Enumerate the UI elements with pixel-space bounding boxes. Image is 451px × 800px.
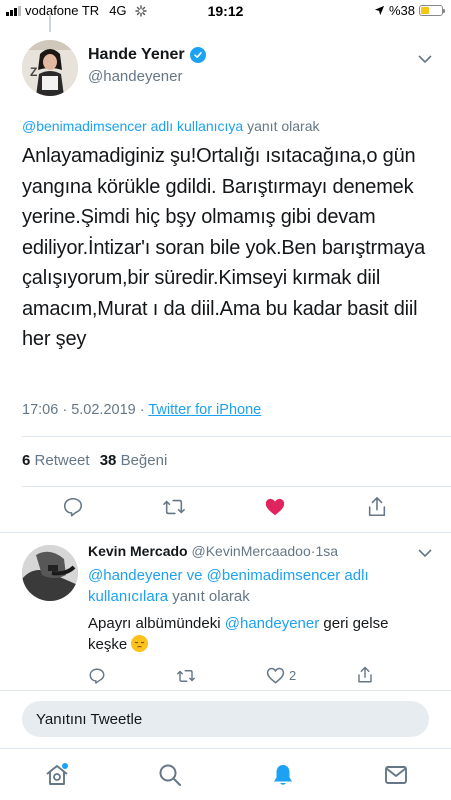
tweet-meta: 17:06 · 5.02.2019 · Twitter for iPhone — [22, 402, 261, 418]
retweets-stat[interactable]: 6 Retweet — [22, 452, 94, 469]
reply-input[interactable]: Yanıtını Tweetle — [22, 701, 429, 737]
divider — [22, 436, 451, 437]
retweet-icon[interactable] — [176, 667, 196, 685]
bottom-tab-bar — [0, 748, 451, 800]
divider — [0, 690, 451, 691]
reply-context: @benimadimsencer adlı kullanıcıya yanıt … — [22, 118, 319, 134]
reply-age: 1sa — [315, 543, 339, 559]
thread-connector-line — [49, 14, 51, 32]
search-icon — [159, 764, 181, 786]
divider — [0, 532, 451, 533]
reply-like-button[interactable]: 2 — [266, 666, 296, 685]
author-name[interactable]: Hande Yener — [88, 46, 185, 64]
reply-header: Kevin Mercado @KevinMercaadoo·1sa — [88, 543, 338, 559]
author-handle[interactable]: @handeyener — [88, 68, 182, 85]
reply-input-placeholder: Yanıtını Tweetle — [36, 711, 143, 728]
heart-icon — [266, 667, 285, 684]
avatar[interactable]: Z — [22, 40, 78, 96]
like-label: Beğeni — [120, 452, 168, 469]
tweet-actions — [0, 494, 451, 524]
retweet-count: 6 — [22, 452, 31, 469]
liked-heart-icon[interactable] — [264, 496, 286, 518]
reply-to-suffix: yanıt olarak — [172, 588, 250, 605]
verified-badge-icon — [189, 47, 206, 63]
reply-like-count: 2 — [289, 668, 297, 683]
share-icon[interactable] — [356, 665, 374, 685]
reply-to-link[interactable]: @benimadimsencer adlı kullanıcıya — [22, 118, 243, 134]
tab-messages[interactable] — [383, 762, 409, 788]
svg-text:Z: Z — [30, 65, 37, 79]
tweet-source-link[interactable]: Twitter for iPhone — [148, 402, 261, 418]
reply-icon[interactable] — [88, 667, 106, 685]
tab-search[interactable] — [157, 762, 183, 788]
tweet-stats: 6 Retweet 38 Beğeni — [22, 452, 167, 469]
retweet-label: Retweet — [34, 452, 90, 469]
chevron-down-icon[interactable] — [418, 54, 432, 64]
location-arrow-icon — [374, 5, 385, 16]
retweet-icon[interactable] — [162, 496, 186, 518]
reply-context: @handeyener ve @benimadimsencer adlı kul… — [88, 565, 418, 607]
tweet-text: Anlayamadiginiz şu!Ortalığı ısıtacağına,… — [22, 145, 426, 350]
reply-author-name[interactable]: Kevin Mercado — [88, 543, 188, 559]
messages-icon — [385, 766, 407, 784]
share-icon[interactable] — [366, 495, 388, 519]
tweet-date: 5.02.2019 — [71, 402, 136, 418]
reply-icon[interactable] — [62, 496, 84, 518]
pensive-face-emoji-icon — [131, 635, 149, 652]
divider — [22, 486, 451, 487]
tab-notifications[interactable] — [270, 762, 296, 788]
avatar[interactable] — [22, 545, 78, 601]
chevron-down-icon[interactable] — [418, 548, 432, 558]
tab-home[interactable] — [44, 762, 70, 788]
tweet-time: 17:06 — [22, 402, 59, 418]
meta-separator: · — [139, 402, 145, 418]
reply-to-suffix: yanıt olarak — [247, 118, 320, 134]
likes-stat[interactable]: 38 Beğeni — [100, 452, 168, 469]
battery-percent: %38 — [388, 3, 415, 18]
status-bar: vodafone TR 4G 19:12 %38 — [0, 0, 451, 22]
mention-link[interactable]: @handeyener — [225, 615, 319, 632]
like-count: 38 — [99, 452, 117, 469]
reply-author-handle[interactable]: @KevinMercaadoo — [191, 543, 310, 559]
reply-text: Apayrı albümündeki @handeyener geri gels… — [88, 615, 389, 653]
meta-separator: · — [62, 402, 68, 418]
home-icon — [46, 763, 68, 785]
notifications-icon — [274, 765, 292, 785]
battery-icon — [419, 5, 445, 16]
